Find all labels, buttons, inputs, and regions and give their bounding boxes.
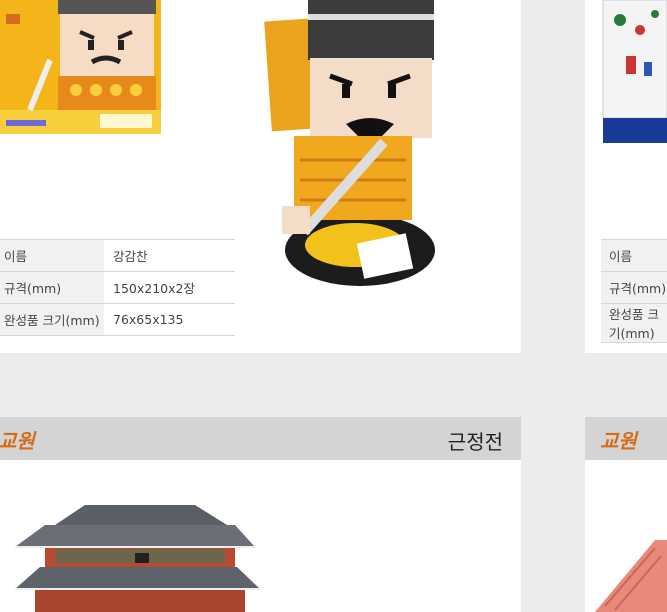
- product-title[interactable]: 근정전: [448, 426, 503, 455]
- table-row: 완성품 크기(mm) 76x65x135: [0, 303, 235, 336]
- spec-label-size: 규격(mm): [601, 271, 667, 304]
- table-row: 이름: [601, 239, 667, 272]
- spec-value-name: 강감찬: [104, 239, 235, 272]
- spec-label-finished-size: 완성품 크기(mm): [601, 303, 667, 343]
- product-header-bar: 교원 근정전: [0, 417, 521, 460]
- brand-label: 교원: [0, 429, 35, 453]
- table-row: 규격(mm) 150x210x2장: [0, 271, 235, 304]
- brand-label: 교원: [600, 429, 637, 453]
- table-row: 규격(mm): [601, 271, 667, 304]
- spec-value-finished-size: 76x65x135: [104, 303, 235, 336]
- spec-table: 이름 강감찬 규격(mm) 150x210x2장 완성품 크기(mm) 76x6…: [0, 239, 235, 336]
- product-palace-image[interactable]: [15, 497, 260, 612]
- table-row: 완성품 크기(mm): [601, 303, 667, 343]
- spec-label-size: 규격(mm): [0, 271, 104, 304]
- product-box-image-right[interactable]: [600, 0, 667, 143]
- spec-value-size: 150x210x2장: [104, 271, 235, 304]
- spec-label-finished-size: 완성품 크기(mm): [0, 303, 104, 336]
- spec-label-name: 이름: [0, 239, 104, 272]
- spec-table-right: 이름 규격(mm) 완성품 크기(mm): [601, 239, 667, 343]
- spec-label-name: 이름: [601, 239, 667, 272]
- product-figure-image[interactable]: [260, 0, 440, 300]
- product-header-bar-right: 교원: [585, 417, 667, 460]
- table-row: 이름 강감찬: [0, 239, 235, 272]
- product-box-image[interactable]: [0, 0, 161, 134]
- product-roof-image[interactable]: [595, 520, 667, 612]
